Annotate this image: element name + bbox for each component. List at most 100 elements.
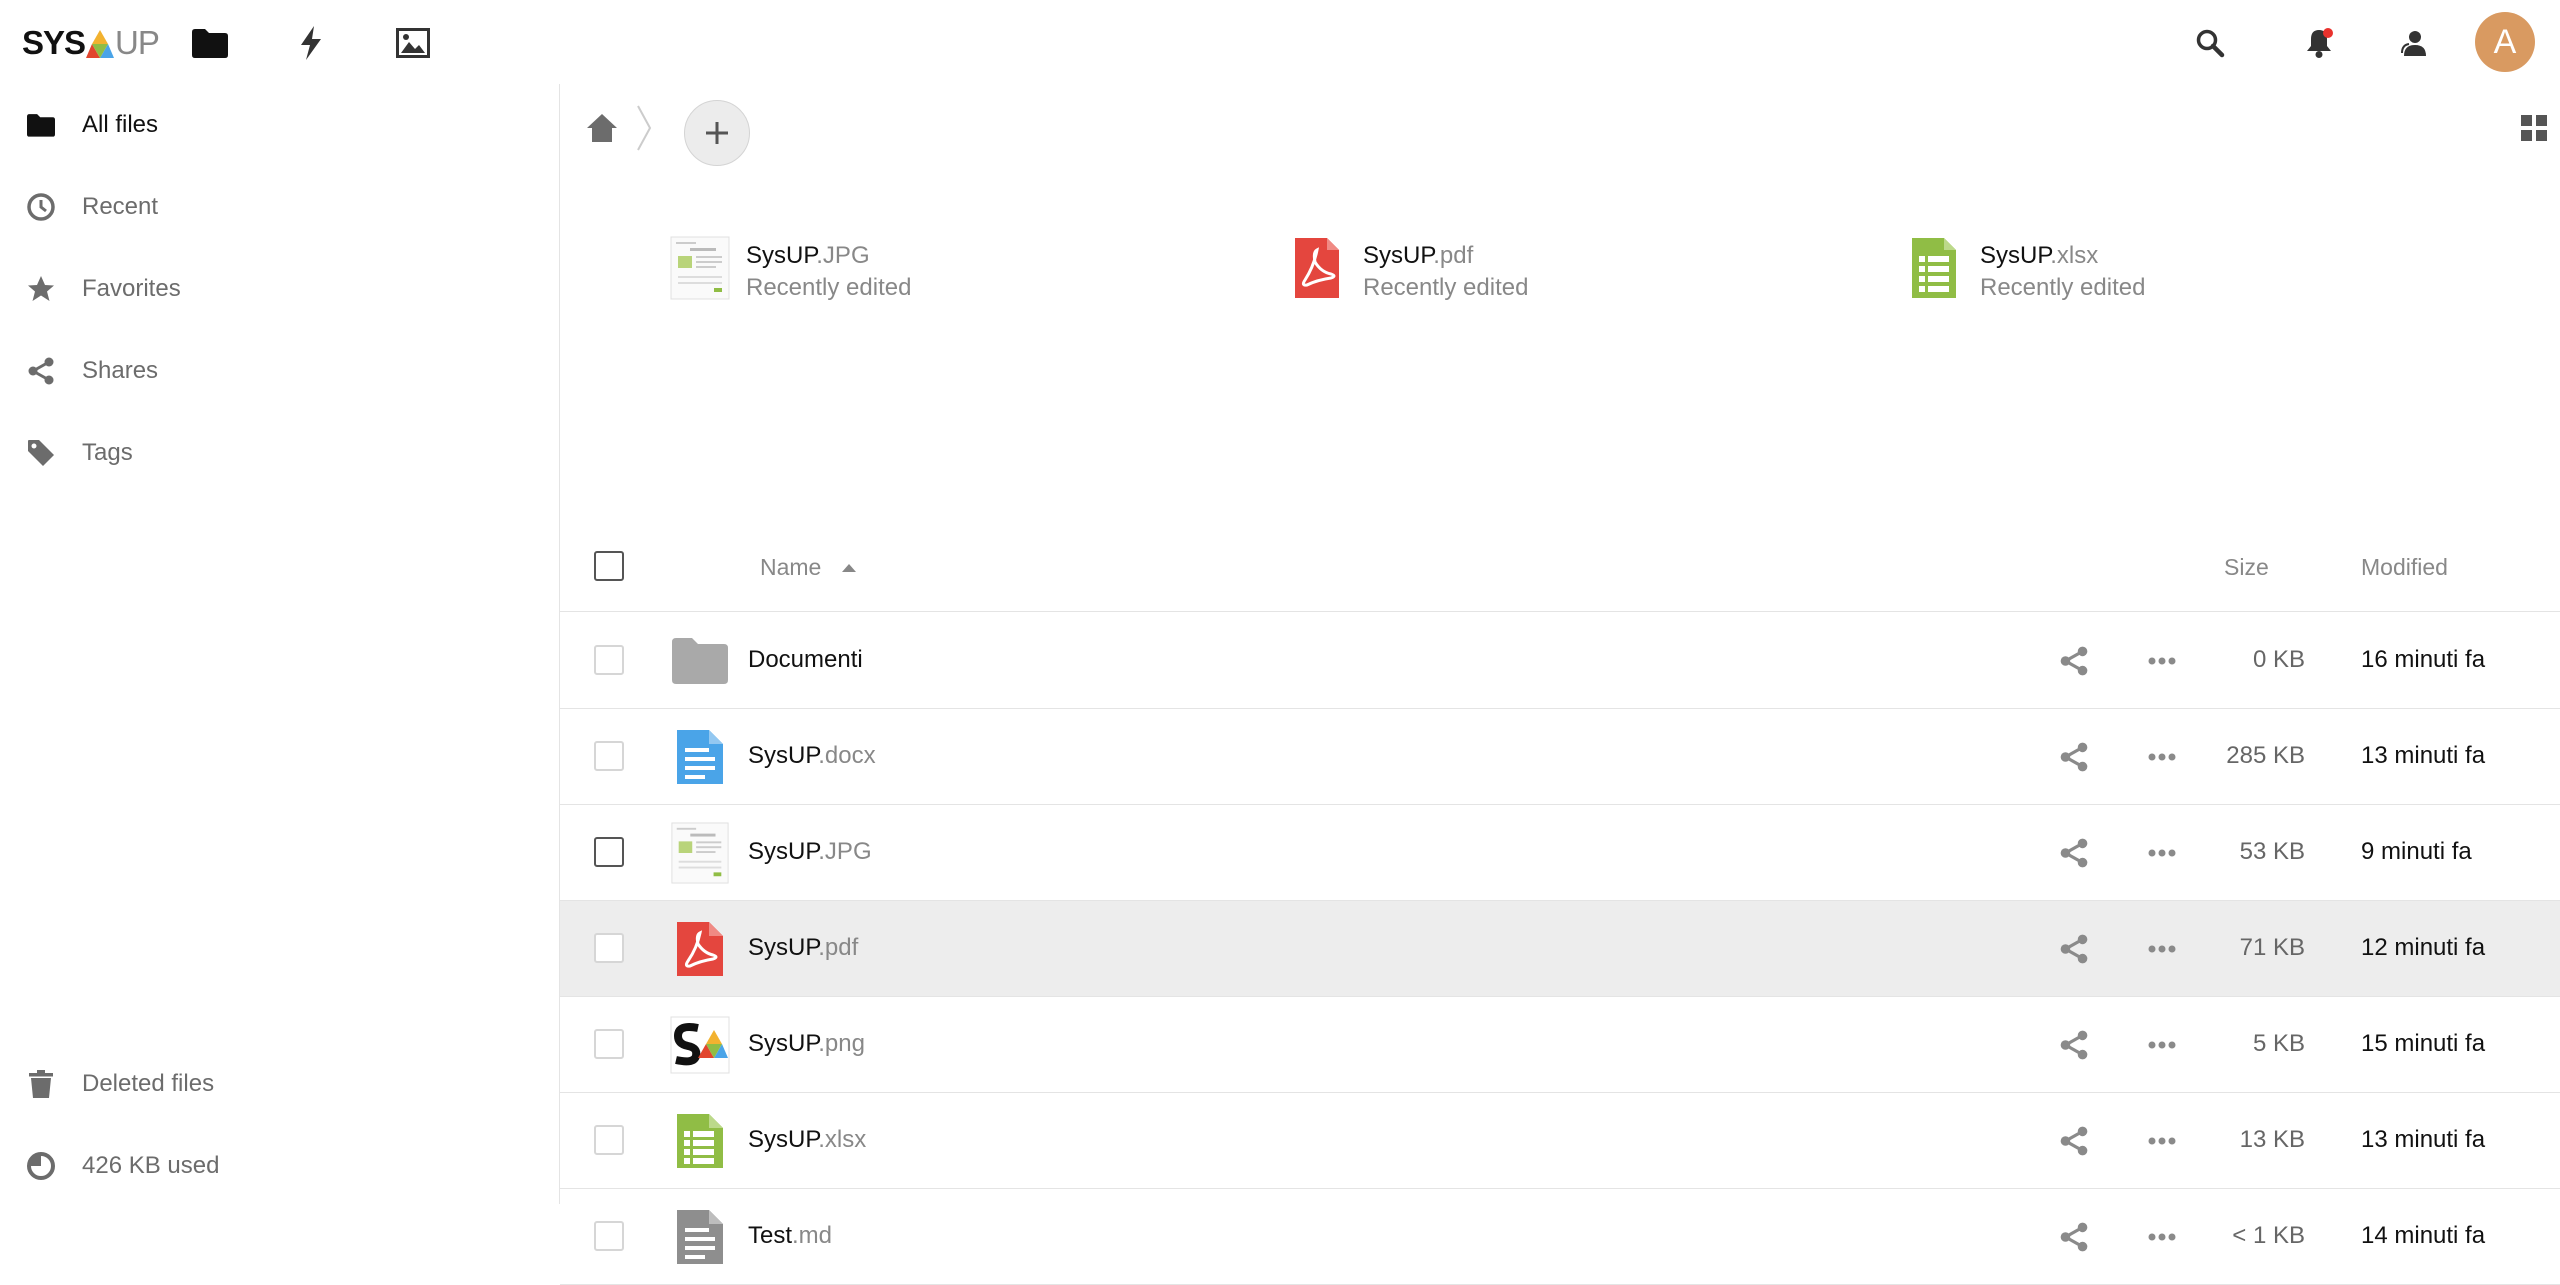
share-icon[interactable] <box>2058 1125 2090 1157</box>
nav-all-files[interactable]: All files <box>0 84 558 166</box>
file-row-sysup-pdf[interactable]: SysUP.pdf 71 KB 12 minuti fa <box>560 901 2560 997</box>
select-all-checkbox[interactable] <box>594 551 624 581</box>
lightning-icon <box>301 26 321 60</box>
notifications-button[interactable] <box>2296 20 2342 66</box>
nav-favorites-label: Favorites <box>82 275 181 302</box>
file-row-test-md[interactable]: Test.md < 1 KB 14 minuti fa <box>560 1189 2560 1285</box>
document-icon <box>677 730 723 784</box>
text-file-icon <box>677 1210 723 1264</box>
image-thumbnail <box>671 822 729 884</box>
sysup-logo[interactable]: SYS UP <box>22 24 160 62</box>
row-checkbox[interactable] <box>594 1221 624 1251</box>
share-icon <box>28 357 54 385</box>
activity-app-button[interactable] <box>288 20 334 66</box>
logo-triangle-icon <box>86 30 115 58</box>
nav-favorites[interactable]: Favorites <box>0 248 558 330</box>
file-size: 285 KB <box>2226 742 2305 769</box>
column-size-sort[interactable]: Size <box>2224 554 2269 581</box>
share-icon[interactable] <box>2058 933 2090 965</box>
more-actions-icon[interactable] <box>2146 741 2178 773</box>
nav-shares[interactable]: Shares <box>0 330 558 412</box>
recent-file-subtitle: Recently edited <box>746 274 912 301</box>
file-row-sysup-jpg[interactable]: SysUP.JPG 53 KB 9 minuti fa <box>560 805 2560 901</box>
row-checkbox[interactable] <box>594 837 624 867</box>
folder-icon <box>192 29 228 58</box>
share-icon[interactable] <box>2058 645 2090 677</box>
file-name[interactable]: SysUP.xlsx <box>748 1126 866 1154</box>
file-size: 13 KB <box>2239 1126 2305 1153</box>
gallery-app-button[interactable] <box>390 20 436 66</box>
share-icon[interactable] <box>2058 837 2090 869</box>
share-icon[interactable] <box>2058 1221 2090 1253</box>
file-size: 53 KB <box>2239 838 2305 865</box>
nav-all-files-label: All files <box>82 111 159 138</box>
more-actions-icon[interactable] <box>2146 1125 2178 1157</box>
file-size: 0 KB <box>2252 646 2305 673</box>
contacts-button[interactable] <box>2391 20 2437 66</box>
column-modified-sort[interactable]: Modified <box>2361 554 2448 581</box>
nav-deleted-files[interactable]: Deleted files <box>0 1043 558 1125</box>
search-button[interactable] <box>2187 20 2233 66</box>
nav-recent[interactable]: Recent <box>0 166 558 248</box>
more-actions-icon[interactable] <box>2146 645 2178 677</box>
file-row-documenti[interactable]: Documenti 0 KB 16 minuti fa <box>560 613 2560 709</box>
row-checkbox[interactable] <box>594 645 624 675</box>
new-file-button[interactable] <box>684 100 750 166</box>
app-navigation: All files Recent Favorites Shares Tags D… <box>0 84 560 1204</box>
file-row-sysup-png[interactable]: SysUP.png 5 KB 15 minuti fa <box>560 997 2560 1093</box>
nav-shares-label: Shares <box>82 357 159 384</box>
plus-icon <box>706 122 728 144</box>
nav-tags-label: Tags <box>82 439 133 466</box>
file-row-sysup-xlsx[interactable]: SysUP.xlsx 13 KB 13 minuti fa <box>560 1093 2560 1189</box>
row-checkbox[interactable] <box>594 1125 624 1155</box>
folder-icon <box>27 114 55 137</box>
file-modified: 13 minuti fa <box>2361 742 2486 769</box>
top-header: SYS UP A <box>0 0 2560 84</box>
quota-usage-label: 426 KB used <box>82 1152 220 1179</box>
file-size: < 1 KB <box>2232 1222 2305 1249</box>
grid-view-icon[interactable] <box>2520 114 2548 142</box>
file-name[interactable]: SysUP.pdf <box>748 934 858 962</box>
bell-icon <box>2307 28 2333 58</box>
share-icon[interactable] <box>2058 1029 2090 1061</box>
folder-icon <box>672 638 728 684</box>
nav-recent-label: Recent <box>82 193 159 220</box>
file-row-sysup-docx[interactable]: SysUP.docx 285 KB 13 minuti fa <box>560 709 2560 805</box>
file-name[interactable]: SysUP.JPG <box>748 838 872 866</box>
nav-deleted-files-label: Deleted files <box>82 1070 215 1097</box>
row-checkbox[interactable] <box>594 933 624 963</box>
sysup-logo-thumbnail <box>670 1016 730 1074</box>
recent-file-name: SysUP.xlsx <box>1980 242 2099 269</box>
recent-file-pdf[interactable]: SysUP.pdf Recently edited <box>1287 236 1887 306</box>
files-app-button[interactable] <box>187 20 233 66</box>
user-avatar[interactable]: A <box>2475 12 2535 72</box>
pdf-icon <box>677 922 723 976</box>
recent-file-xlsx[interactable]: SysUP.xlsx Recently edited <box>1904 236 2504 306</box>
file-name[interactable]: SysUP.png <box>748 1030 865 1058</box>
more-actions-icon[interactable] <box>2146 1029 2178 1061</box>
spreadsheet-icon <box>677 1114 723 1168</box>
recent-file-subtitle: Recently edited <box>1363 274 1529 301</box>
more-actions-icon[interactable] <box>2146 1221 2178 1253</box>
files-content: SysUP.JPG Recently edited SysUP.pdf Rece… <box>560 84 2560 1285</box>
home-icon[interactable] <box>584 110 620 146</box>
column-name-sort[interactable]: Name <box>760 554 857 581</box>
row-checkbox[interactable] <box>594 741 624 771</box>
logo-text-left: SYS <box>22 24 86 61</box>
file-name[interactable]: Documenti <box>748 646 863 674</box>
nav-tags[interactable]: Tags <box>0 412 558 494</box>
more-actions-icon[interactable] <box>2146 933 2178 965</box>
more-actions-icon[interactable] <box>2146 837 2178 869</box>
file-size: 5 KB <box>2252 1030 2305 1057</box>
recent-file-jpg[interactable]: SysUP.JPG Recently edited <box>670 236 1270 306</box>
file-modified: 15 minuti fa <box>2361 1030 2486 1057</box>
file-modified: 13 minuti fa <box>2361 1126 2486 1153</box>
file-list-header: Name Size Modified <box>560 524 2560 612</box>
quota-usage[interactable]: 426 KB used <box>0 1125 558 1207</box>
file-name[interactable]: Test.md <box>748 1222 832 1250</box>
row-checkbox[interactable] <box>594 1029 624 1059</box>
trash-icon <box>29 1070 53 1098</box>
pdf-icon <box>1295 238 1339 298</box>
file-name[interactable]: SysUP.docx <box>748 742 876 770</box>
share-icon[interactable] <box>2058 741 2090 773</box>
